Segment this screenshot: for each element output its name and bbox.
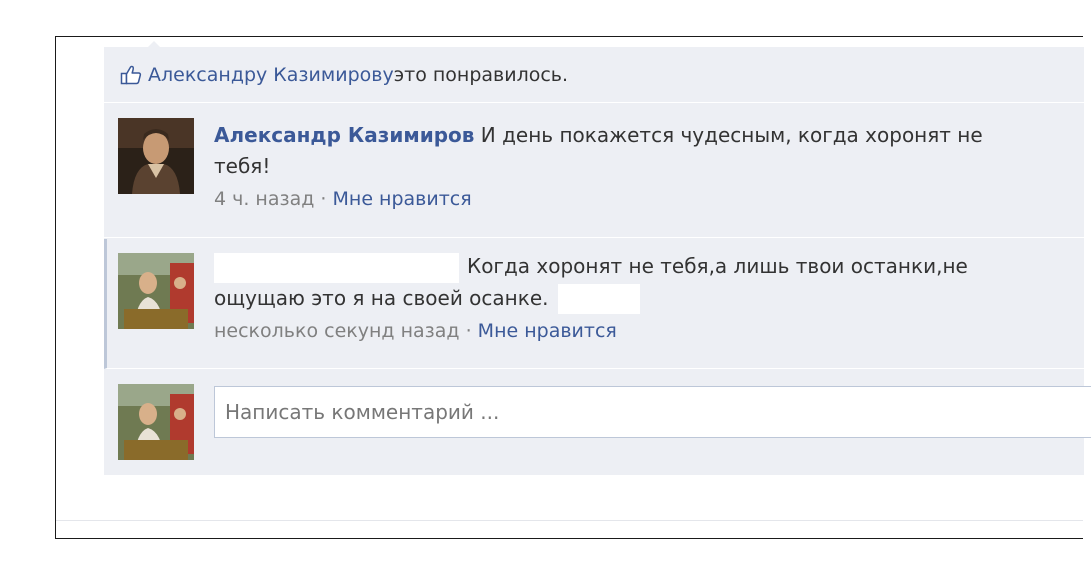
comment-author-link[interactable]: Александр Казимиров	[214, 123, 474, 147]
redacted-name	[214, 252, 459, 283]
meta-separator: ·	[314, 188, 333, 210]
comment-item: Когда хоронят не тебя,а лишь твои останк…	[104, 239, 1084, 369]
divider	[56, 520, 1083, 521]
meta-separator: ·	[459, 320, 478, 342]
comment-item: Александр Казимиров И день покажется чуд…	[104, 104, 1084, 238]
comments-panel: Александру Казимирову это понравилось. А…	[104, 41, 1091, 475]
comment-input[interactable]	[214, 386, 1091, 438]
like-comment-link[interactable]: Мне нравится	[333, 188, 472, 210]
post-frame: Александру Казимирову это понравилось. А…	[55, 36, 1091, 539]
comment-timestamp[interactable]: 4 ч. назад	[214, 188, 314, 210]
like-comment-link[interactable]: Мне нравится	[478, 320, 617, 342]
redacted-block	[558, 284, 641, 314]
likes-suffix: это понравилось.	[393, 63, 569, 86]
comment-body: Александр Казимиров И день покажется чуд…	[214, 120, 1034, 215]
avatar	[118, 384, 194, 460]
comment-meta: несколько секунд назад · Мне нравится	[214, 316, 1034, 347]
comment-composer	[104, 372, 1091, 475]
comment-body: Когда хоронят не тебя,а лишь твои останк…	[214, 251, 1034, 347]
liker-name-link[interactable]: Александру Казимирову	[148, 64, 394, 86]
comment-meta: 4 ч. назад · Мне нравится	[214, 184, 1034, 215]
thumbs-up-icon[interactable]	[120, 64, 142, 86]
comment-timestamp[interactable]: несколько секунд назад	[214, 320, 460, 342]
avatar[interactable]	[118, 118, 194, 194]
avatar[interactable]	[118, 253, 194, 329]
likes-row: Александру Казимирову это понравилось.	[104, 47, 1084, 103]
